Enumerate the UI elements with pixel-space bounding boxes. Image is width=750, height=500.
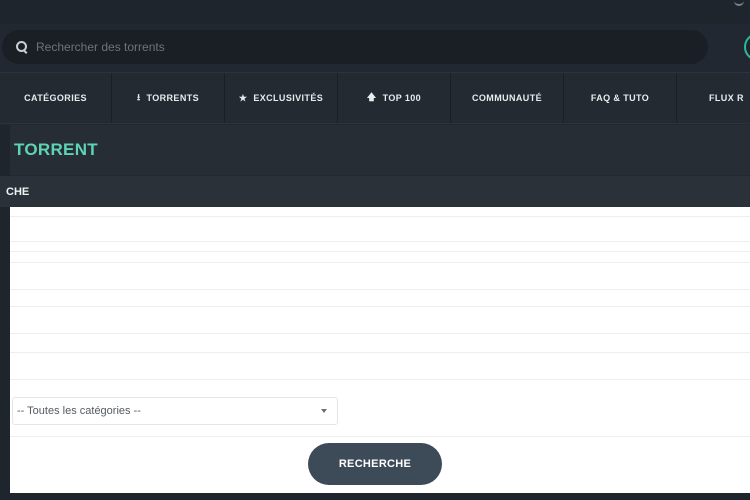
form-divider <box>10 379 750 380</box>
bottom-strip <box>0 493 750 500</box>
section-header: CHE <box>0 176 750 207</box>
nav-item-exclusivites[interactable]: ★ EXCLUSIVITÉS <box>225 73 338 123</box>
section-title: CHE <box>6 185 30 198</box>
nav-item-faq[interactable]: FAQ & TUTO <box>564 73 677 123</box>
nav-item-label: FLUX R <box>709 93 744 103</box>
nav-item-label: TOP 100 <box>382 93 422 103</box>
nav-item-label: FAQ & TUTO <box>590 93 650 103</box>
form-divider <box>10 306 750 307</box>
nav-item-flux[interactable]: FLUX R <box>677 73 750 123</box>
chevron-down-icon <box>321 409 327 413</box>
nav-item-torrents[interactable]: ⭳ TORRENTS <box>112 73 225 123</box>
nav-item-label: EXCLUSIVITÉS <box>253 93 324 103</box>
main-nav: CATÉGORIES ⭳ TORRENTS ★ EXCLUSIVITÉS 🡅 T… <box>0 72 750 124</box>
form-divider <box>10 251 750 252</box>
search-input[interactable] <box>36 40 636 54</box>
search-icon <box>16 41 28 53</box>
download-icon: ⭳ <box>136 92 141 102</box>
nav-item-label: COMMUNAUTÉ <box>472 93 542 103</box>
category-select[interactable]: -- Toutes les catégories -- <box>12 397 338 425</box>
nav-item-label: TORRENTS <box>146 93 200 103</box>
nav-item-communaute[interactable]: COMMUNAUTÉ <box>451 73 564 123</box>
search-button[interactable]: RECHERCHE <box>308 443 442 485</box>
search-form: -- Toutes les catégories -- RECHERCHE <box>10 207 750 493</box>
star-icon: ★ <box>238 92 248 103</box>
round-action-button[interactable] <box>744 33 750 61</box>
form-divider <box>10 289 750 290</box>
nav-item-top100[interactable]: 🡅 TOP 100 <box>338 73 451 123</box>
form-divider <box>10 241 750 242</box>
form-divider <box>10 262 750 263</box>
title-bar: TORRENT <box>10 125 750 175</box>
form-divider <box>10 436 750 437</box>
partial-icon <box>734 0 744 6</box>
top-strip <box>0 0 750 24</box>
nav-item-label: CATÉGORIES <box>24 93 87 103</box>
arrow-up-icon: 🡅 <box>366 92 377 102</box>
search-bar[interactable] <box>2 30 708 64</box>
category-select-value: -- Toutes les catégories -- <box>17 405 141 417</box>
form-divider <box>10 216 750 217</box>
form-divider <box>10 352 750 353</box>
nav-item-categories[interactable]: CATÉGORIES <box>0 73 112 123</box>
form-divider <box>10 333 750 334</box>
page-title: TORRENT <box>14 140 98 159</box>
